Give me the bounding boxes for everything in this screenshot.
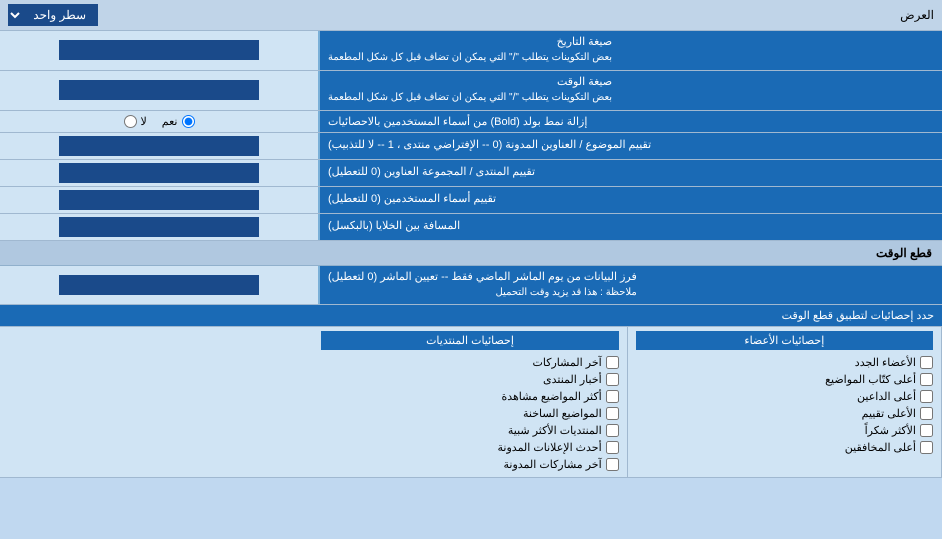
stats-header-row: حدد إحصائيات لتطبيق قطع الوقت bbox=[0, 305, 942, 327]
new-members-checkbox[interactable] bbox=[920, 356, 933, 369]
members-stats-col: إحصائيات الأعضاء الأعضاء الجدد أعلى كتّا… bbox=[628, 327, 942, 477]
bold-remove-yes[interactable]: نعم bbox=[162, 115, 195, 128]
checkbox-most-thanked: الأكثر شكراً bbox=[636, 422, 933, 439]
topics-sort-input[interactable]: 33 bbox=[59, 136, 259, 156]
display-label: العرض bbox=[900, 8, 934, 22]
date-format-label: صيغة التاريخبعض التكوينات يتطلب "/" التي… bbox=[320, 31, 942, 70]
stats-header-label: حدد إحصائيات لتطبيق قطع الوقت bbox=[0, 305, 942, 326]
top-inviters-checkbox[interactable] bbox=[920, 390, 933, 403]
top-moderators-label: أعلى المخافقين bbox=[845, 441, 916, 454]
bold-remove-label: إزالة نمط بولد (Bold) من أسماء المستخدمي… bbox=[320, 111, 942, 132]
bold-remove-yes-label: نعم bbox=[162, 115, 178, 128]
most-thanked-checkbox[interactable] bbox=[920, 424, 933, 437]
checkbox-latest-posts: آخر المشاركات bbox=[321, 354, 618, 371]
time-format-input[interactable]: H:i bbox=[59, 80, 259, 100]
topics-sort-input-container: 33 bbox=[0, 133, 320, 159]
top-topics-writers-checkbox[interactable] bbox=[920, 373, 933, 386]
bold-remove-no[interactable]: لا bbox=[124, 115, 147, 128]
display-select[interactable]: سطر واحدسطرينثلاثة أسطر bbox=[8, 4, 98, 26]
forum-sort-label: تقييم المنتدى / المجموعة العناوين (0 للت… bbox=[320, 160, 942, 186]
latest-announcements-label: أحدث الإعلانات المدونة bbox=[498, 441, 602, 454]
time-cut-input-container: 0 bbox=[0, 266, 320, 305]
members-stats-header: إحصائيات الأعضاء bbox=[636, 331, 933, 350]
bold-remove-input-container: نعم لا bbox=[0, 111, 320, 132]
similar-forums-label: المنتديات الأكثر شبية bbox=[508, 424, 602, 437]
most-viewed-label: أكثر المواضيع مشاهدة bbox=[501, 390, 601, 403]
stats-section: حدد إحصائيات لتطبيق قطع الوقت إحصائيات ا… bbox=[0, 305, 942, 478]
header-row: العرض سطر واحدسطرينثلاثة أسطر bbox=[0, 0, 942, 31]
checkbox-most-viewed: أكثر المواضيع مشاهدة bbox=[321, 388, 618, 405]
forum-sort-row: تقييم المنتدى / المجموعة العناوين (0 للت… bbox=[0, 160, 942, 187]
bold-remove-yes-radio[interactable] bbox=[182, 115, 195, 128]
cell-spacing-input[interactable]: 2 bbox=[59, 217, 259, 237]
forum-stats-header: إحصائيات المنتديات bbox=[321, 331, 618, 350]
latest-posts-checkbox[interactable] bbox=[606, 356, 619, 369]
time-cut-input[interactable]: 0 bbox=[59, 275, 259, 295]
cell-spacing-input-container: 2 bbox=[0, 214, 320, 240]
cell-spacing-label: المسافة بين الخلايا (بالبكسل) bbox=[320, 214, 942, 240]
most-viewed-checkbox[interactable] bbox=[606, 390, 619, 403]
forum-sort-input[interactable]: 33 bbox=[59, 163, 259, 183]
top-rated-checkbox[interactable] bbox=[920, 407, 933, 420]
checkbox-latest-announcements: أحدث الإعلانات المدونة bbox=[321, 439, 618, 456]
users-sort-input[interactable]: 0 bbox=[59, 190, 259, 210]
checkbox-top-topics-writers: أعلى كتّاب المواضيع bbox=[636, 371, 933, 388]
time-format-row: صيغة الوقتبعض التكوينات يتطلب "/" التي ي… bbox=[0, 71, 942, 111]
empty-stats-col bbox=[0, 327, 313, 477]
checkbox-top-moderators: أعلى المخافقين bbox=[636, 439, 933, 456]
top-rated-label: الأعلى تقييم bbox=[862, 407, 916, 420]
most-thanked-label: الأكثر شكراً bbox=[865, 424, 916, 437]
topics-sort-label: تقييم الموضوع / العناوين المدونة (0 -- ا… bbox=[320, 133, 942, 159]
hot-topics-checkbox[interactable] bbox=[606, 407, 619, 420]
forum-sort-input-container: 33 bbox=[0, 160, 320, 186]
checkbox-top-rated: الأعلى تقييم bbox=[636, 405, 933, 422]
date-format-input-container: d-m bbox=[0, 31, 320, 70]
checkbox-forum-news: أخبار المنتدى bbox=[321, 371, 618, 388]
date-format-input[interactable]: d-m bbox=[59, 40, 259, 60]
top-topics-writers-label: أعلى كتّاب المواضيع bbox=[825, 373, 916, 386]
time-section-header: قطع الوقت bbox=[0, 241, 942, 266]
forum-news-label: أخبار المنتدى bbox=[543, 373, 602, 386]
time-cut-label: فرز البيانات من يوم الماشر الماضي فقط --… bbox=[320, 266, 942, 305]
top-inviters-label: أعلى الداعين bbox=[857, 390, 916, 403]
latest-blog-posts-checkbox[interactable] bbox=[606, 458, 619, 471]
checkboxes-area: إحصائيات الأعضاء الأعضاء الجدد أعلى كتّا… bbox=[0, 327, 942, 477]
latest-posts-label: آخر المشاركات bbox=[533, 356, 602, 369]
topics-sort-row: تقييم الموضوع / العناوين المدونة (0 -- ا… bbox=[0, 133, 942, 160]
top-moderators-checkbox[interactable] bbox=[920, 441, 933, 454]
date-format-row: صيغة التاريخبعض التكوينات يتطلب "/" التي… bbox=[0, 31, 942, 71]
time-format-label: صيغة الوقتبعض التكوينات يتطلب "/" التي ي… bbox=[320, 71, 942, 110]
bold-remove-row: إزالة نمط بولد (Bold) من أسماء المستخدمي… bbox=[0, 111, 942, 133]
latest-blog-posts-label: آخر مشاركات المدونة bbox=[504, 458, 602, 471]
bold-remove-no-radio[interactable] bbox=[124, 115, 137, 128]
checkbox-new-members: الأعضاء الجدد bbox=[636, 354, 933, 371]
bold-remove-no-label: لا bbox=[141, 115, 147, 128]
similar-forums-checkbox[interactable] bbox=[606, 424, 619, 437]
checkbox-top-inviters: أعلى الداعين bbox=[636, 388, 933, 405]
latest-announcements-checkbox[interactable] bbox=[606, 441, 619, 454]
cell-spacing-row: المسافة بين الخلايا (بالبكسل) 2 bbox=[0, 214, 942, 241]
time-format-input-container: H:i bbox=[0, 71, 320, 110]
checkbox-similar-forums: المنتديات الأكثر شبية bbox=[321, 422, 618, 439]
checkbox-latest-blog-posts: آخر مشاركات المدونة bbox=[321, 456, 618, 473]
forum-news-checkbox[interactable] bbox=[606, 373, 619, 386]
main-container: العرض سطر واحدسطرينثلاثة أسطر صيغة التار… bbox=[0, 0, 942, 478]
checkbox-hot-topics: المواضيع الساخنة bbox=[321, 405, 618, 422]
time-cut-row: فرز البيانات من يوم الماشر الماضي فقط --… bbox=[0, 266, 942, 306]
users-sort-input-container: 0 bbox=[0, 187, 320, 213]
users-sort-row: تقييم أسماء المستخدمين (0 للتعطيل) 0 bbox=[0, 187, 942, 214]
users-sort-label: تقييم أسماء المستخدمين (0 للتعطيل) bbox=[320, 187, 942, 213]
new-members-label: الأعضاء الجدد bbox=[855, 356, 916, 369]
forum-stats-col: إحصائيات المنتديات آخر المشاركات أخبار ا… bbox=[313, 327, 627, 477]
hot-topics-label: المواضيع الساخنة bbox=[523, 407, 602, 420]
